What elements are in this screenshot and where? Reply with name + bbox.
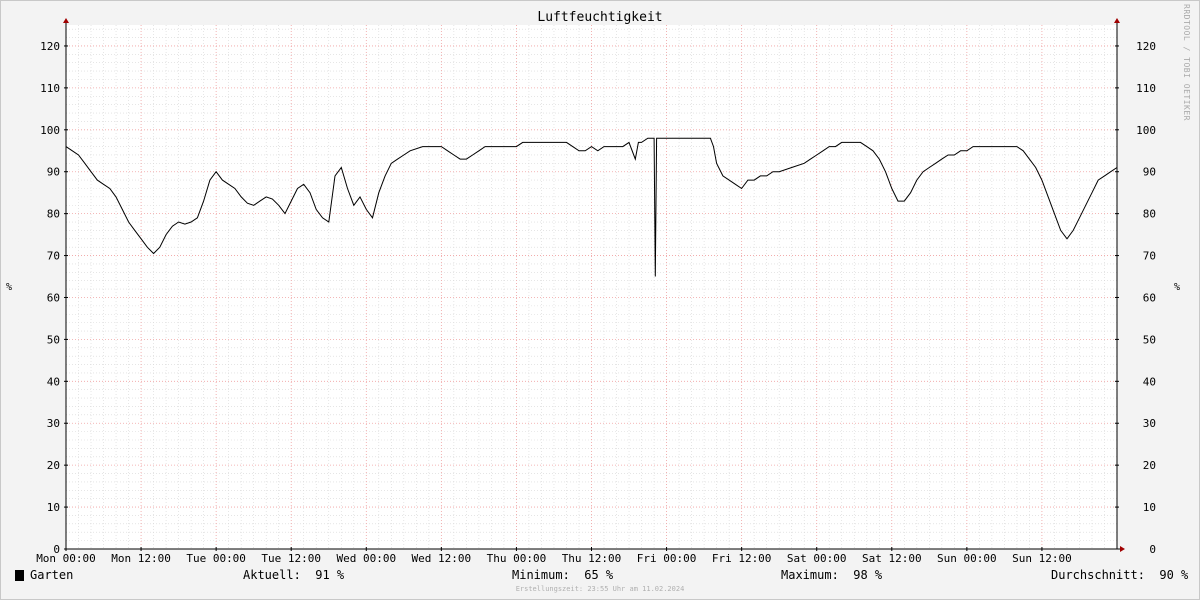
y-tick-label-right: 110: [1136, 82, 1156, 95]
x-tick-label: Sun 12:00: [1012, 552, 1072, 565]
legend-current: Aktuell: 91 %: [243, 568, 345, 582]
y-axis-arrow-left: [63, 18, 69, 23]
chart-svg: 0 010 1020 2030 3040 4050 5060 6070 7080 8090 9010…: [36, 18, 1156, 565]
y-tick-label-left: 20: [47, 459, 60, 472]
y-tick-label-left: 100: [40, 124, 60, 137]
legend-swatch: [15, 570, 24, 581]
legend-minimum: Minimum: 65 %: [512, 568, 614, 582]
y-tick-label-left: 70: [47, 250, 60, 263]
legend-series-label: Garten: [30, 568, 74, 582]
y-tick-label-right: 60: [1143, 291, 1156, 304]
x-tick-label: Tue 12:00: [261, 552, 321, 565]
y-tick-label-right: 10: [1143, 501, 1156, 514]
x-tick-label: Mon 12:00: [111, 552, 171, 565]
x-tick-label: Tue 00:00: [186, 552, 246, 565]
y-tick-label-right: 120: [1136, 40, 1156, 53]
y-tick-label-right: 80: [1143, 208, 1156, 221]
legend-average: Durchschnitt: 90 %: [1051, 568, 1189, 582]
y-tick-label-left: 90: [47, 166, 60, 179]
y-tick-label-right: 20: [1143, 459, 1156, 472]
y-tick-label-right: 90: [1143, 166, 1156, 179]
y-tick-label-left: 40: [47, 375, 60, 388]
y-tick-label-left: 50: [47, 333, 60, 346]
x-tick-label: Mon 00:00: [36, 552, 96, 565]
y-tick-label-right: 70: [1143, 250, 1156, 263]
x-tick-label: Sat 12:00: [862, 552, 922, 565]
x-axis-arrow: [1120, 546, 1125, 552]
y-tick-label-left: 110: [40, 82, 60, 95]
y-tick-label-right: 30: [1143, 417, 1156, 430]
x-tick-label: Thu 00:00: [487, 552, 547, 565]
x-tick-label: Fri 12:00: [712, 552, 772, 565]
y-tick-label-left: 80: [47, 208, 60, 221]
y-tick-label-right: 0: [1149, 543, 1156, 556]
y-tick-label-left: 30: [47, 417, 60, 430]
x-tick-label: Sun 00:00: [937, 552, 997, 565]
y-tick-label-right: 40: [1143, 375, 1156, 388]
x-tick-label: Wed 12:00: [412, 552, 472, 565]
x-tick-label: Sat 00:00: [787, 552, 847, 565]
x-tick-label: Fri 00:00: [637, 552, 697, 565]
y-axis-arrow-right: [1114, 18, 1120, 23]
y-tick-label-left: 10: [47, 501, 60, 514]
x-tick-label: Thu 12:00: [562, 552, 622, 565]
y-tick-label-right: 50: [1143, 333, 1156, 346]
legend-maximum: Maximum: 98 %: [781, 568, 883, 582]
footer-timestamp: Erstellungszeit: 23:55 Uhr am 11.02.2024: [515, 585, 685, 593]
x-tick-label: Wed 00:00: [336, 552, 396, 565]
y-tick-label-left: 120: [40, 40, 60, 53]
y-tick-label-right: 100: [1136, 124, 1156, 137]
y-tick-label-left: 60: [47, 291, 60, 304]
